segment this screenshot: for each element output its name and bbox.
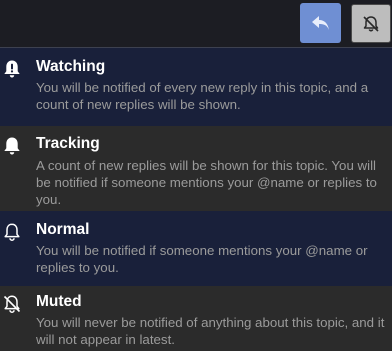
bell-outline-icon: [4, 223, 20, 241]
bell-icon: [4, 137, 20, 155]
option-watching[interactable]: Watching You will be notified of every n…: [0, 48, 392, 126]
topic-toolbar: [0, 0, 392, 47]
option-description: A count of new replies will be shown for…: [36, 158, 377, 207]
option-muted[interactable]: Muted You will never be notified of anyt…: [0, 286, 392, 351]
option-title: Normal: [36, 221, 90, 238]
option-title: Muted: [36, 293, 82, 310]
option-description: You will be notified of every new reply …: [36, 80, 369, 112]
bell-slash-icon: [3, 295, 21, 313]
option-tracking[interactable]: Tracking A count of new replies will be …: [0, 126, 392, 211]
option-title: Tracking: [36, 135, 100, 152]
reply-arrow-icon: [311, 16, 329, 30]
option-normal[interactable]: Normal You will be notified if someone m…: [0, 211, 392, 286]
reply-button[interactable]: [300, 3, 341, 43]
option-description: You will never be notified of anything a…: [36, 315, 385, 347]
option-title: Watching: [36, 58, 106, 75]
option-description: You will be notified if someone mentions…: [36, 243, 368, 275]
bell-exclamation-icon: [4, 60, 20, 78]
notification-level-menu: Watching You will be notified of every n…: [0, 47, 392, 351]
notification-level-button[interactable]: [351, 4, 391, 43]
bell-slash-icon: [363, 15, 379, 32]
